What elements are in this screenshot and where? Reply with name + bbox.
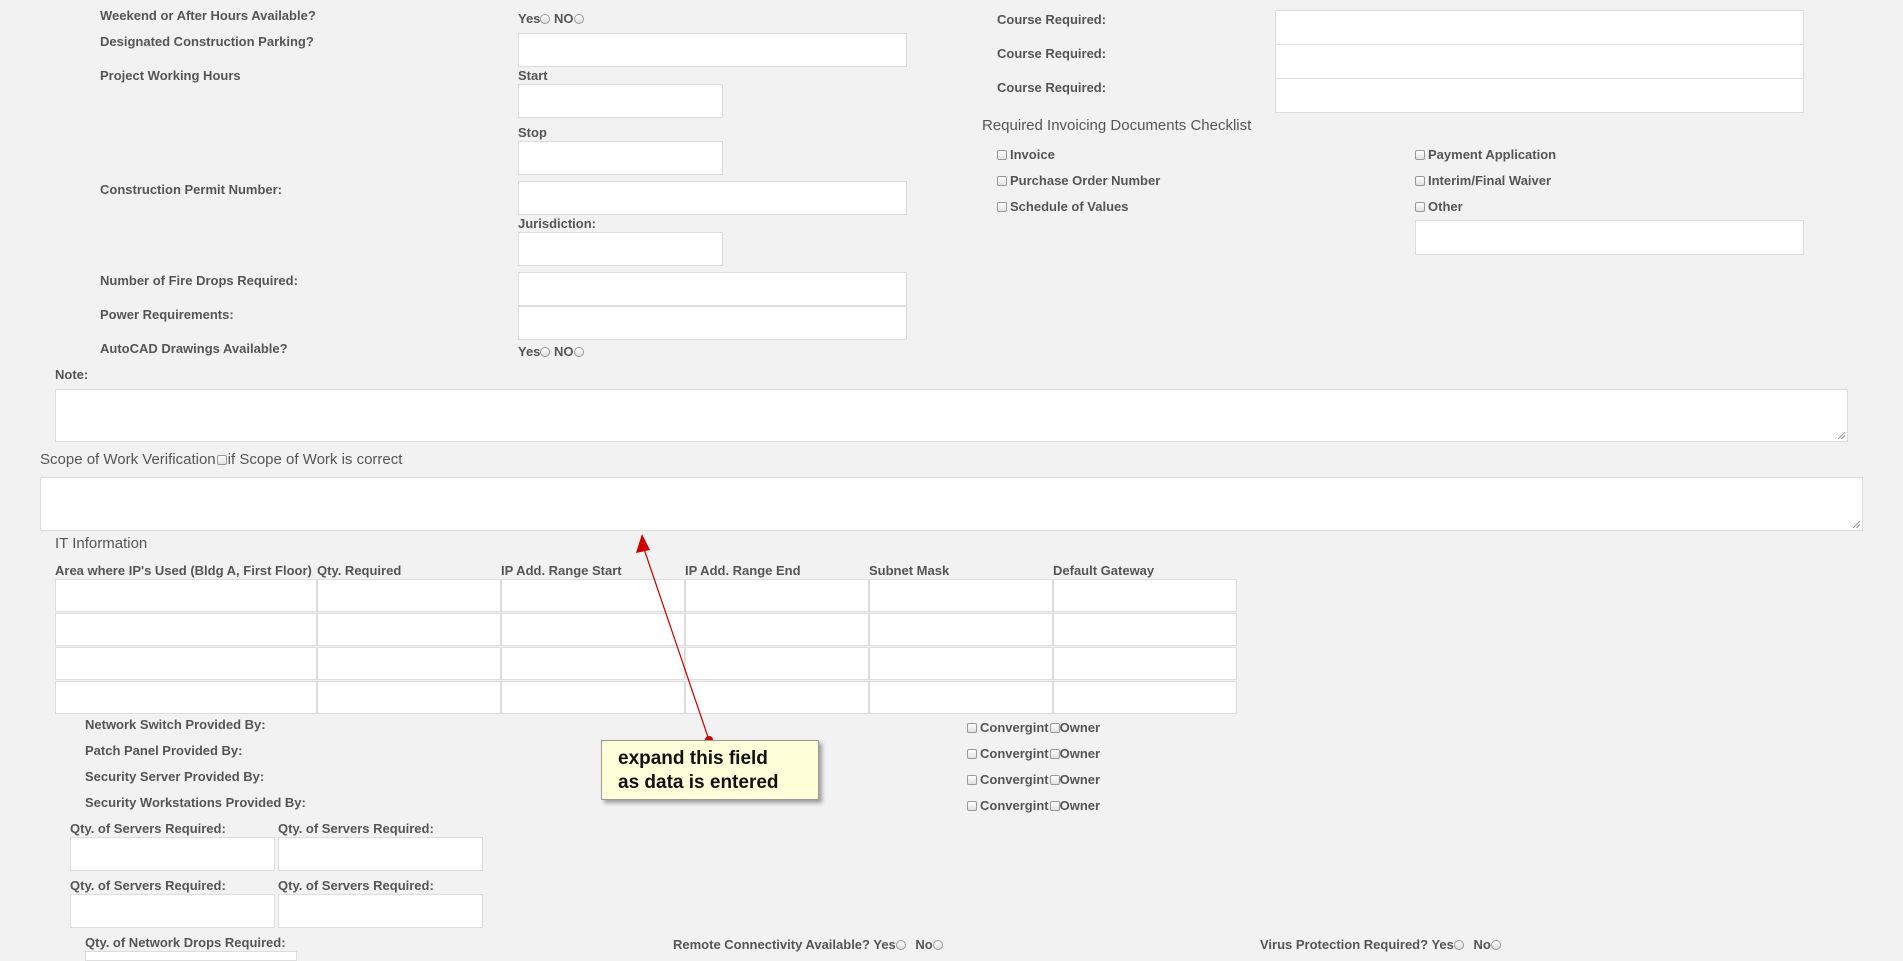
callout-arrow xyxy=(636,534,713,744)
callout-arrow-line xyxy=(641,542,710,741)
callout-arrow-head xyxy=(636,534,650,553)
callout-note: expand this field as data is entered xyxy=(601,740,819,800)
